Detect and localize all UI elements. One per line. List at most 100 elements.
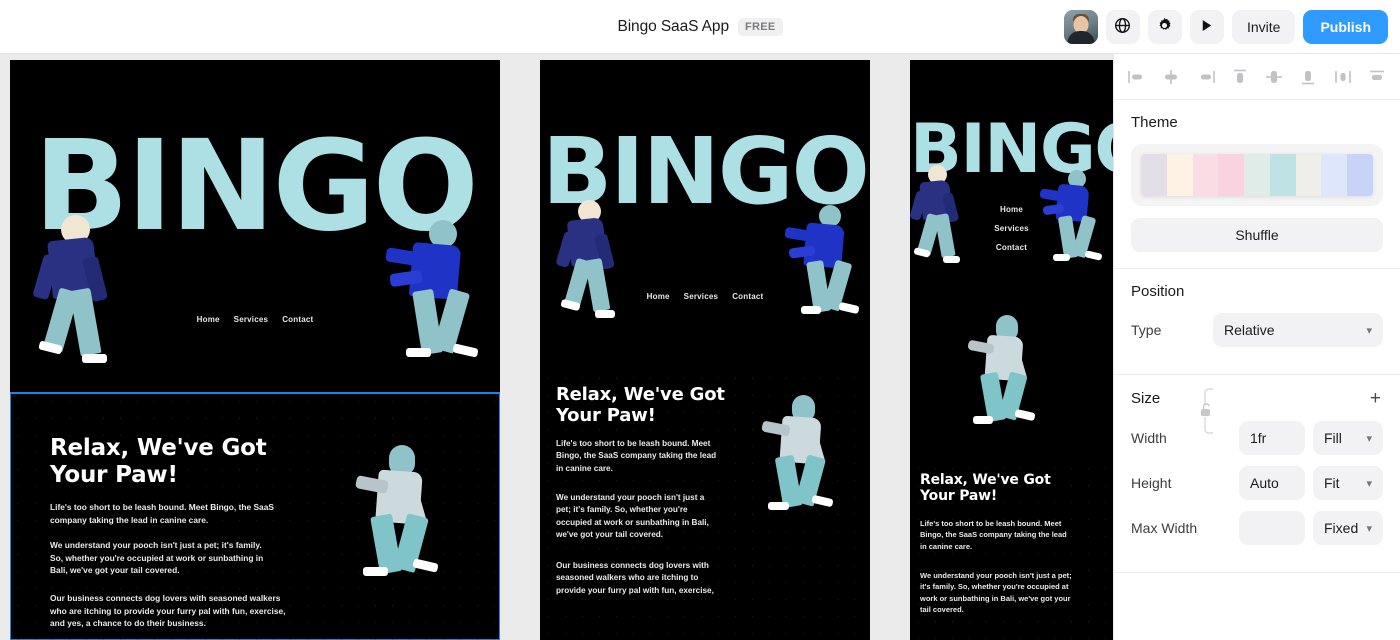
height-label: Height <box>1131 475 1172 491</box>
desktop-paragraph-2: We understand your pooch isn't just a pe… <box>50 540 264 576</box>
position-section: Position Type Relative ▾ <box>1114 269 1400 375</box>
align-center-vertical-icon[interactable] <box>1263 66 1285 88</box>
walker-shoe-front <box>838 301 860 315</box>
distribute-horizontal-icon[interactable] <box>1332 66 1354 88</box>
align-top-icon[interactable] <box>1229 66 1251 88</box>
tablet-nav[interactable]: Home Services Contact <box>540 292 870 301</box>
user-avatar[interactable] <box>1063 9 1098 44</box>
top-bar: Bingo SaaS App FREE Invite Publish <box>0 0 1400 54</box>
publish-button[interactable]: Publish <box>1303 9 1388 44</box>
nav-item-services[interactable]: Services <box>684 292 719 301</box>
position-title: Position <box>1131 283 1185 300</box>
swatch-8[interactable] <box>1321 154 1348 196</box>
align-center-horizontal-icon[interactable] <box>1160 66 1182 88</box>
nav-item-services[interactable]: Services <box>234 315 269 324</box>
swatch-2[interactable] <box>1166 154 1193 196</box>
nav-item-home[interactable]: Home <box>197 315 220 324</box>
nav-item-contact[interactable]: Contact <box>732 292 763 301</box>
theme-swatches[interactable] <box>1141 154 1373 196</box>
align-bottom-icon[interactable] <box>1297 66 1319 88</box>
width-mode-select[interactable]: Fill ▾ <box>1313 421 1383 455</box>
walker-figure-right <box>784 205 870 323</box>
position-type-row: Type Relative ▾ <box>1131 313 1383 347</box>
mobile-hero-section[interactable]: BINGO <box>910 60 1113 460</box>
swatch-4[interactable] <box>1218 154 1245 196</box>
tablet-paragraph-1: Life's too short to be leash bound. Meet… <box>556 439 717 473</box>
walker-shoe-back <box>363 567 388 576</box>
position-type-select[interactable]: Relative ▾ <box>1213 313 1383 347</box>
alignment-toolbar <box>1114 54 1400 100</box>
swatch-5[interactable] <box>1244 154 1270 196</box>
align-left-icon[interactable] <box>1126 66 1148 88</box>
nav-item-contact[interactable]: Contact <box>282 315 313 324</box>
mobile-section[interactable]: Relax, We've Got Your Paw! Life's too sh… <box>910 460 1113 640</box>
position-type-value: Relative <box>1224 322 1275 338</box>
gear-icon <box>1156 17 1173 37</box>
preview-play-button[interactable] <box>1189 9 1224 44</box>
walker-shoe-back <box>801 306 821 314</box>
position-type-label: Type <box>1131 322 1162 338</box>
desktop-section-selected[interactable]: Relax, We've Got Your Paw! Life's too sh… <box>10 392 500 640</box>
mobile-nav[interactable]: Home Services Contact <box>910 205 1113 252</box>
size-title-row: Size + <box>1131 389 1383 408</box>
height-mode-select[interactable]: Fit ▾ <box>1313 466 1383 500</box>
distribute-vertical-icon[interactable] <box>1366 66 1388 88</box>
walker-figure-left <box>32 215 145 365</box>
nav-item-home[interactable]: Home <box>647 292 670 301</box>
walker-figure-right <box>385 220 500 370</box>
shuffle-button[interactable]: Shuffle <box>1131 218 1383 252</box>
walker-figure-section <box>355 445 460 580</box>
tablet-hero-section[interactable]: BINGO Home Services Contact <box>540 60 870 370</box>
desktop-nav[interactable]: Home Services Contact <box>10 315 500 324</box>
artboard-mobile[interactable]: BINGO <box>910 60 1113 640</box>
add-size-property-button[interactable]: + <box>1368 389 1383 408</box>
swatch-7[interactable] <box>1295 154 1322 196</box>
nav-item-contact[interactable]: Contact <box>996 243 1027 252</box>
width-value-input[interactable]: 1fr <box>1239 421 1305 455</box>
theme-title: Theme <box>1131 114 1178 131</box>
max-width-value-input[interactable] <box>1239 511 1305 545</box>
chevron-down-icon: ▾ <box>1366 477 1372 490</box>
design-canvas[interactable]: BINGO Home Services Contact Relax, We've… <box>0 54 1113 640</box>
theme-swatch-container[interactable] <box>1131 144 1383 206</box>
size-link-toggle[interactable] <box>1200 385 1216 437</box>
position-title-row: Position <box>1131 283 1383 300</box>
properties-panel: Theme Shuffle Position Type Relative ▾ S… <box>1113 54 1400 640</box>
theme-section: Theme Shuffle <box>1114 100 1400 269</box>
walker-shoe-back <box>406 348 431 357</box>
swatch-3[interactable] <box>1192 154 1219 196</box>
desktop-paragraph-3: Our business connects dog lovers with se… <box>50 593 286 629</box>
size-row-height: Height Auto Fit ▾ <box>1131 466 1383 500</box>
align-right-icon[interactable] <box>1195 66 1217 88</box>
walker-figure-hero-center <box>967 315 1056 433</box>
nav-item-home[interactable]: Home <box>1000 205 1023 214</box>
size-section: Size + Width 1fr Fill ▾ Height Auto Fit … <box>1114 375 1400 573</box>
settings-button[interactable] <box>1147 9 1182 44</box>
walker-figure-left <box>555 200 643 320</box>
size-row-width: Width 1fr Fill ▾ <box>1131 421 1383 455</box>
tablet-paragraph-2: We understand your pooch isn't just a pe… <box>556 493 709 539</box>
mobile-paragraph-1: Life's too short to be leash bound. Meet… <box>920 519 1067 551</box>
plan-badge: FREE <box>737 17 783 36</box>
walker-shoe-back <box>1053 254 1070 261</box>
globe-button[interactable] <box>1105 9 1140 44</box>
desktop-hero-section[interactable]: BINGO Home Services Contact <box>10 60 500 393</box>
unlock-icon <box>1201 403 1210 416</box>
app-root: Bingo SaaS App FREE Invite Publish BINGO… <box>0 0 1400 640</box>
chevron-down-icon: ▾ <box>1366 432 1372 445</box>
theme-title-row: Theme <box>1131 114 1383 131</box>
nav-item-services[interactable]: Services <box>994 224 1029 233</box>
invite-button[interactable]: Invite <box>1231 9 1296 44</box>
max-width-mode-select[interactable]: Fixed ▾ <box>1313 511 1383 545</box>
mobile-heading: Relax, We've Got Your Paw! <box>920 472 1051 505</box>
play-icon <box>1199 18 1214 36</box>
swatch-6[interactable] <box>1269 154 1296 196</box>
swatch-1[interactable] <box>1141 154 1167 196</box>
swatch-9[interactable] <box>1347 154 1373 196</box>
artboard-desktop[interactable]: BINGO Home Services Contact Relax, We've… <box>10 60 500 640</box>
tablet-section[interactable]: Relax, We've Got Your Paw! Life's too sh… <box>540 370 870 640</box>
body-row: BINGO Home Services Contact Relax, We've… <box>0 54 1400 640</box>
artboard-tablet[interactable]: BINGO Home Services Contact Relax, We've… <box>540 60 870 640</box>
chevron-down-icon: ▾ <box>1366 522 1372 535</box>
height-value-input[interactable]: Auto <box>1239 466 1305 500</box>
